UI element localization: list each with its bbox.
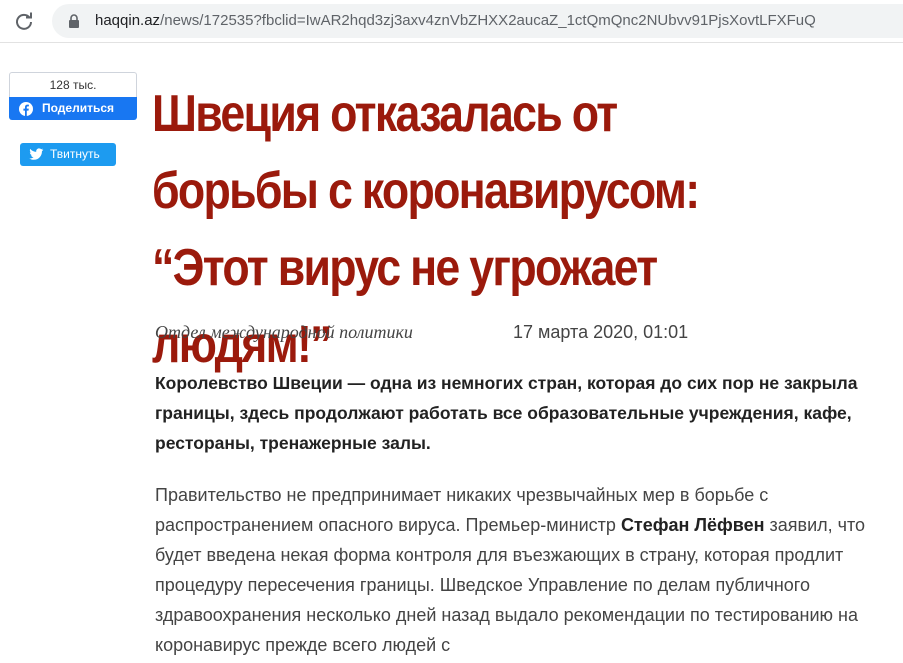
article-author[interactable]: Отдел международной политики: [155, 322, 413, 342]
twitter-bird-icon: [29, 148, 44, 160]
article-lead: Королевство Швеции — одна из немногих ст…: [155, 373, 858, 453]
facebook-share-count: 128 тыс.: [9, 72, 137, 97]
url-path: /news/172535?fbclid=IwAR2hqd3zj3axv4znVb…: [160, 12, 816, 29]
article-meta: Отдел международной политики 17 марта 20…: [155, 322, 688, 343]
body-text-part2: заявил, что будет введена некая форма ко…: [155, 515, 866, 655]
body-person-name: Стефан Лёфвен: [620, 515, 765, 535]
article-body-paragraph: Правительство не предпринимает никаких ч…: [155, 480, 877, 660]
twitter-share-button[interactable]: Твитнуть: [20, 143, 116, 166]
url-text[interactable]: haqqin.az/news/172535?fbclid=IwAR2hqd3zj…: [95, 12, 816, 29]
url-host: haqqin.az: [95, 12, 161, 29]
facebook-share-label: Поделиться: [42, 101, 115, 115]
reload-icon[interactable]: [14, 11, 34, 31]
address-bar[interactable]: haqqin.az/news/172535?fbclid=IwAR2hqd3zj…: [52, 4, 903, 38]
facebook-share-widget: 128 тыс. Поделиться: [9, 72, 137, 122]
facebook-icon: [19, 102, 33, 116]
browser-toolbar: haqqin.az/news/172535?fbclid=IwAR2hqd3zj…: [0, 0, 903, 43]
article-date: 17 марта 2020, 01:01: [513, 322, 689, 342]
facebook-share-button[interactable]: Поделиться: [9, 97, 137, 120]
twitter-share-label: Твитнуть: [50, 147, 100, 161]
lock-icon[interactable]: [68, 14, 80, 28]
